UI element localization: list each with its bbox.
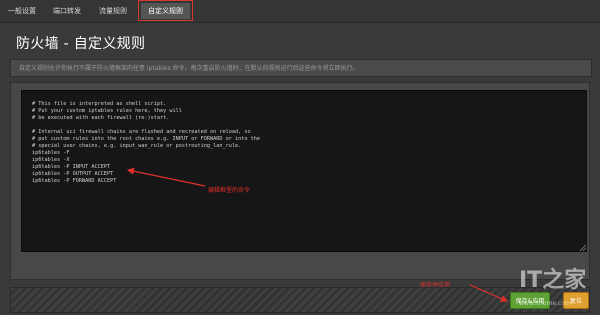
resize-grip-icon[interactable] [579, 244, 587, 252]
editor-arrow-icon [126, 167, 206, 187]
button-arrow-icon [469, 284, 509, 302]
annotation-overlay [126, 167, 587, 302]
